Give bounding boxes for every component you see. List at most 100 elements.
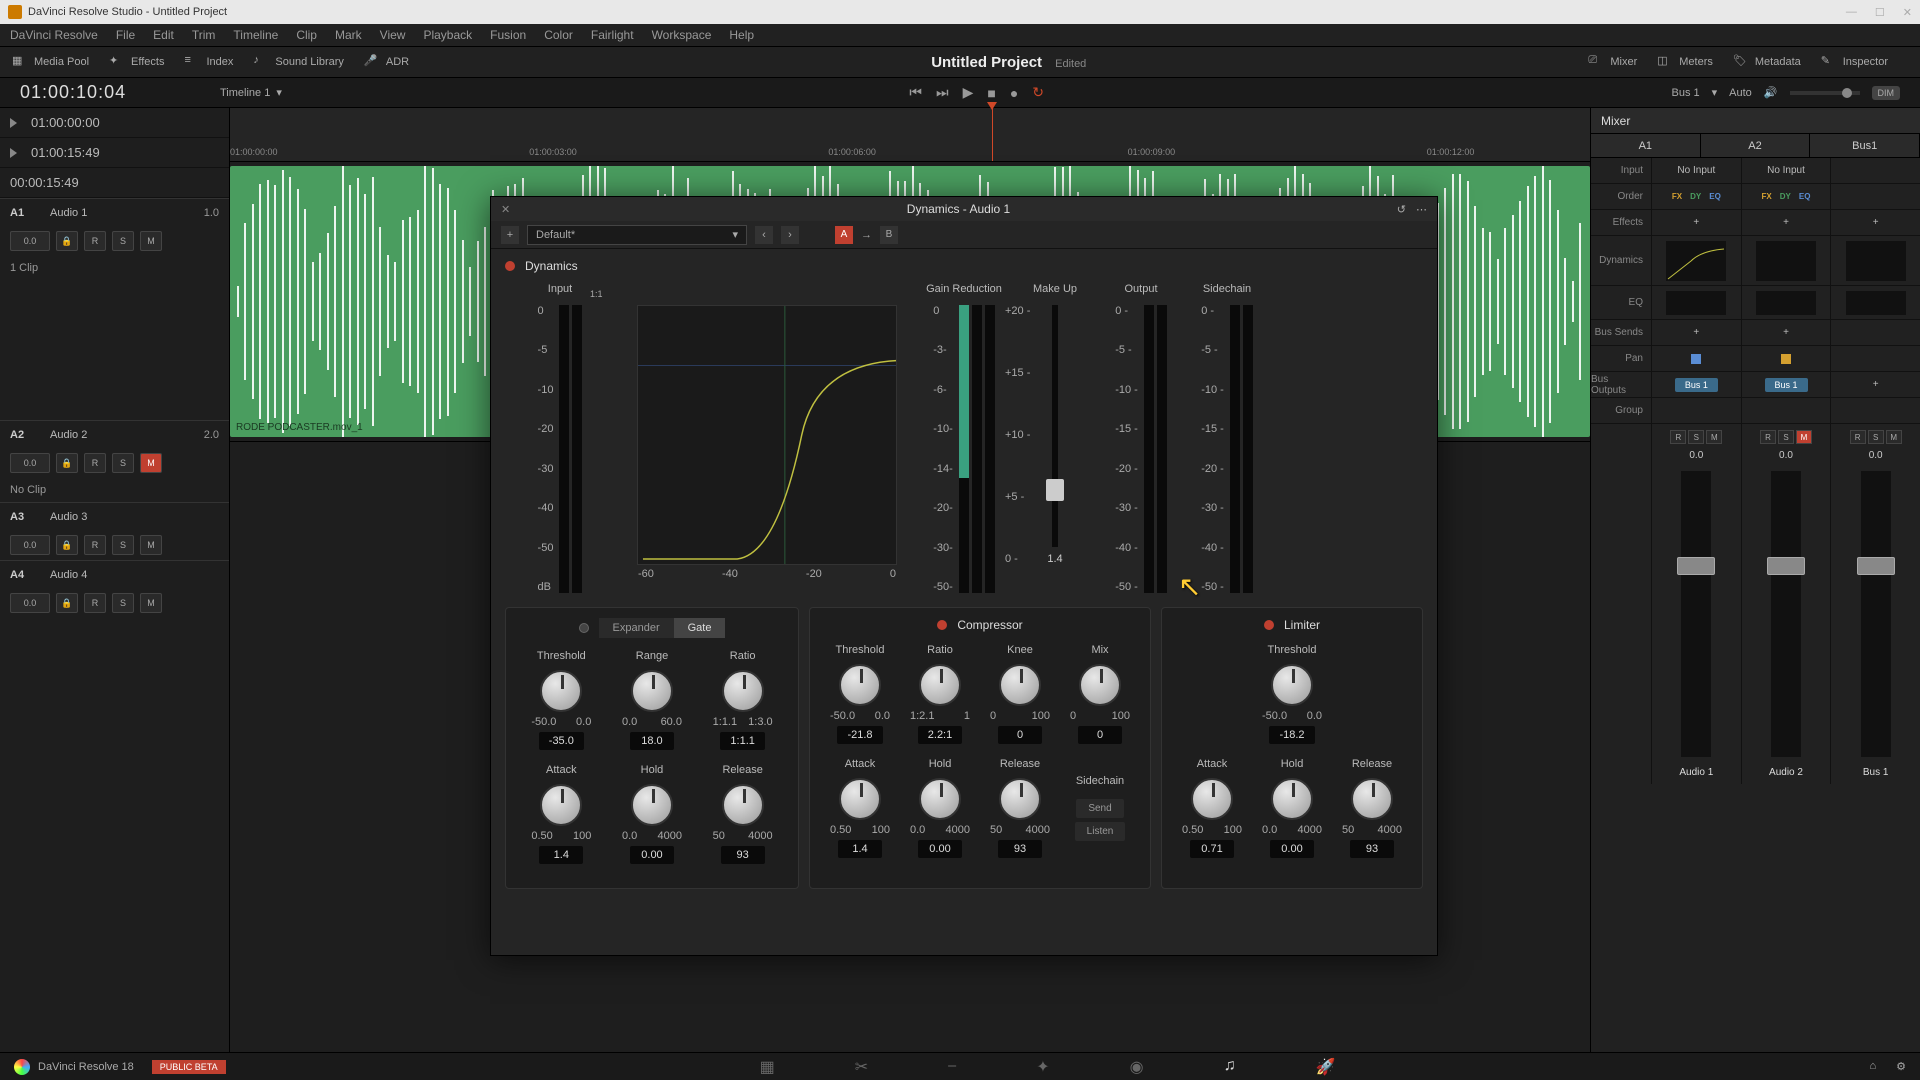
menu-item[interactable]: File <box>116 28 135 42</box>
mix-knob[interactable] <box>1079 664 1121 706</box>
expander-enable-toggle[interactable] <box>579 623 589 633</box>
add-preset-button[interactable]: + <box>501 226 519 244</box>
options-icon[interactable]: ⋯ <box>1416 203 1427 216</box>
prev-button[interactable]: ⏮ <box>909 84 922 101</box>
hold-knob[interactable] <box>919 778 961 820</box>
mixer-tab[interactable]: A1 <box>1591 134 1701 157</box>
lock-button[interactable]: 🔒 <box>56 231 78 251</box>
attack-knob[interactable] <box>839 778 881 820</box>
knob-value[interactable]: 18.0 <box>630 732 674 750</box>
auto-label[interactable]: Auto <box>1729 87 1752 99</box>
ch-solo-button[interactable]: S <box>1688 430 1704 444</box>
play-button[interactable]: ▶ <box>963 84 974 101</box>
speaker-icon[interactable]: 🔊 <box>1764 86 1778 99</box>
effects-button[interactable]: ✦Effects <box>109 54 164 70</box>
add-send-button[interactable]: + <box>1741 320 1831 345</box>
solo-button[interactable]: S <box>112 231 134 251</box>
knob-value[interactable]: 0.00 <box>918 840 962 858</box>
edit-page-icon[interactable]: ⎯ <box>948 1057 956 1077</box>
solo-button[interactable]: S <box>112 453 134 473</box>
mute-button[interactable]: M <box>140 231 162 251</box>
bus-output-cell[interactable]: Bus 1 <box>1741 372 1831 397</box>
range-knob[interactable] <box>631 670 673 712</box>
fader[interactable] <box>1861 471 1891 757</box>
knob-value[interactable]: 2.2:1 <box>918 726 962 744</box>
track-header[interactable]: A3Audio 3 <box>0 502 229 530</box>
record-arm-button[interactable]: R <box>84 231 106 251</box>
record-arm-button[interactable]: R <box>84 535 106 555</box>
dynamics-close-button[interactable]: ✕ <box>501 203 510 216</box>
threshold-knob[interactable] <box>540 670 582 712</box>
ch-record-button[interactable]: R <box>1850 430 1866 444</box>
record-arm-button[interactable]: R <box>84 453 106 473</box>
makeup-handle[interactable] <box>1046 479 1064 501</box>
adr-button[interactable]: 🎤ADR <box>364 54 409 70</box>
dynamics-enable-toggle[interactable] <box>505 261 515 271</box>
index-button[interactable]: ≡Index <box>184 54 233 70</box>
solo-button[interactable]: S <box>112 535 134 555</box>
expander-tab[interactable]: Expander <box>599 618 674 638</box>
knob-value[interactable]: 0.00 <box>630 846 674 864</box>
mixer-tab[interactable]: Bus1 <box>1810 134 1920 157</box>
release-knob[interactable] <box>999 778 1041 820</box>
fader-handle[interactable] <box>1677 557 1715 575</box>
threshold-knob[interactable] <box>839 664 881 706</box>
eq-cell[interactable] <box>1741 286 1831 319</box>
hold-knob[interactable] <box>631 784 673 826</box>
fader[interactable] <box>1771 471 1801 757</box>
ratio-knob[interactable] <box>919 664 961 706</box>
release-knob[interactable] <box>722 784 764 826</box>
dynamics-cell[interactable] <box>1651 236 1741 285</box>
bus-output-cell[interactable]: Bus 1 <box>1651 372 1741 397</box>
menu-item[interactable]: Trim <box>192 28 216 42</box>
ch-solo-button[interactable]: S <box>1778 430 1794 444</box>
meters-button[interactable]: ◫Meters <box>1657 54 1713 70</box>
monitor-bus[interactable]: Bus 1 <box>1671 87 1699 99</box>
knob-value[interactable]: 1.4 <box>539 846 583 864</box>
fader-handle[interactable] <box>1857 557 1895 575</box>
loop-button[interactable]: ↻ <box>1032 84 1044 101</box>
lock-button[interactable]: 🔒 <box>56 453 78 473</box>
maximize-icon[interactable]: ☐ <box>1875 6 1885 19</box>
knob-value[interactable]: 0 <box>998 726 1042 744</box>
knob-value[interactable]: 93 <box>1350 840 1394 858</box>
track-level[interactable]: 0.0 <box>10 453 50 473</box>
mute-button[interactable]: M <box>140 593 162 613</box>
mute-button[interactable]: M <box>140 535 162 555</box>
knob-value[interactable]: 93 <box>998 840 1042 858</box>
ch-mute-button[interactable]: M <box>1886 430 1902 444</box>
dynamics-cell[interactable] <box>1830 236 1920 285</box>
mixer-toggle-button[interactable]: ⎚Mixer <box>1588 54 1637 70</box>
menu-item[interactable]: Color <box>544 28 573 42</box>
preset-next-button[interactable]: › <box>781 226 799 244</box>
dim-button[interactable]: DIM <box>1872 86 1901 100</box>
attack-knob[interactable] <box>540 784 582 826</box>
inspector-button[interactable]: ✎Inspector <box>1821 54 1888 70</box>
playhead[interactable] <box>992 108 993 161</box>
preset-prev-button[interactable]: ‹ <box>755 226 773 244</box>
menu-item[interactable]: Mark <box>335 28 362 42</box>
knob-value[interactable]: 0.00 <box>1270 840 1314 858</box>
menu-item[interactable]: DaVinci Resolve <box>10 28 98 42</box>
stop-button[interactable]: ■ <box>987 85 995 101</box>
record-arm-button[interactable]: R <box>84 593 106 613</box>
order-cell[interactable]: FXDYEQ <box>1741 184 1831 209</box>
lock-button[interactable]: 🔒 <box>56 535 78 555</box>
input-cell[interactable] <box>1830 158 1920 183</box>
compressor-enable-toggle[interactable] <box>937 620 947 630</box>
record-button[interactable]: ● <box>1010 85 1018 101</box>
menu-item[interactable]: Clip <box>296 28 317 42</box>
menu-item[interactable]: Playback <box>423 28 472 42</box>
media-page-icon[interactable]: ▦ <box>760 1057 775 1077</box>
menu-item[interactable]: Help <box>729 28 754 42</box>
settings-icon[interactable]: ⚙ <box>1896 1060 1906 1073</box>
input-cell[interactable]: No Input <box>1741 158 1831 183</box>
release-knob[interactable] <box>1351 778 1393 820</box>
cut-page-icon[interactable]: ✂ <box>855 1057 868 1077</box>
timeline-ruler[interactable]: 01:00:00:0001:00:03:0001:00:06:0001:00:0… <box>230 108 1590 162</box>
close-icon[interactable]: ✕ <box>1903 6 1912 19</box>
sound-library-button[interactable]: ♪Sound Library <box>253 54 344 70</box>
ratio-knob[interactable] <box>722 670 764 712</box>
input-cell[interactable]: No Input <box>1651 158 1741 183</box>
menu-item[interactable]: Fusion <box>490 28 526 42</box>
